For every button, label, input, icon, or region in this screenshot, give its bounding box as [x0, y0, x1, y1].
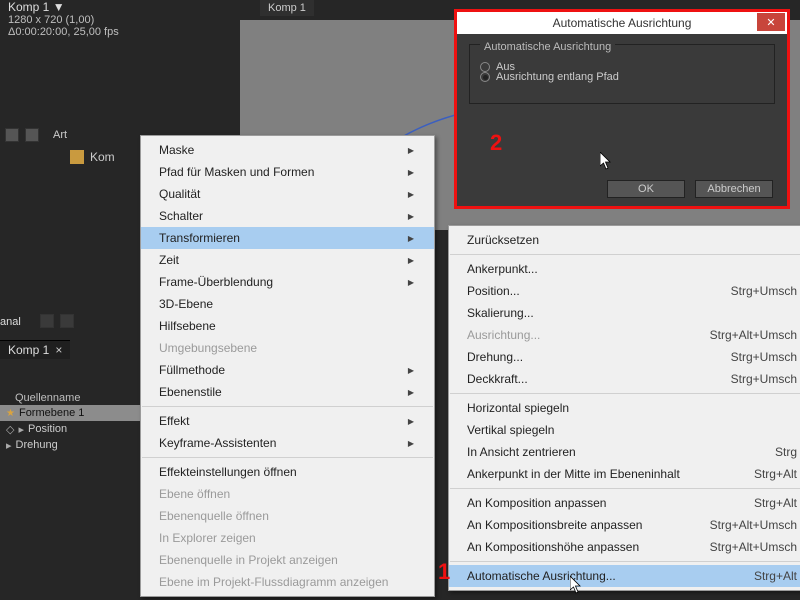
radio-label: Ausrichtung entlang Pfad: [496, 71, 619, 83]
fieldset-legend: Automatische Ausrichtung: [480, 41, 615, 53]
menu-pfad-masken[interactable]: Pfad für Masken und Formen: [141, 161, 434, 183]
submenu-skalierung[interactable]: Skalierung...: [449, 302, 800, 324]
star-icon: ★: [6, 408, 15, 419]
dialog-title: Automatische Ausrichtung: [553, 16, 692, 30]
menu-transformieren[interactable]: Transformieren: [141, 227, 434, 249]
keyframe-icon[interactable]: ◇: [6, 423, 14, 436]
annotation-marker-2: 2: [490, 130, 502, 156]
menu-schalter[interactable]: Schalter: [141, 205, 434, 227]
column-art: Art: [53, 129, 67, 141]
property-name: Drehung: [16, 439, 58, 451]
ok-button[interactable]: OK: [607, 180, 685, 198]
property-name: Position: [28, 423, 67, 435]
submenu-vertikal-spiegeln[interactable]: Vertikal spiegeln: [449, 419, 800, 441]
menu-3d-ebene[interactable]: 3D-Ebene: [141, 293, 434, 315]
timeline-property-row[interactable]: ◇ ▸ Position: [0, 421, 140, 437]
menu-separator: [450, 561, 800, 562]
submenu-kompbreite[interactable]: An Kompositionsbreite anpassenStrg+Alt+U…: [449, 514, 800, 536]
menu-flussdiagramm: Ebene im Projekt-Flussdiagramm anzeigen: [141, 571, 434, 593]
menu-qualitaet[interactable]: Qualität: [141, 183, 434, 205]
menu-ebene-oeffnen: Ebene öffnen: [141, 483, 434, 505]
submenu-komp-anpassen[interactable]: An Komposition anpassenStrg+Alt: [449, 492, 800, 514]
menu-separator: [450, 393, 800, 394]
twirl-icon[interactable]: ▸: [6, 439, 12, 452]
menu-zeit[interactable]: Zeit: [141, 249, 434, 271]
timeline-tab-label: Komp 1: [8, 343, 49, 357]
timeline-column-header: Quellenname: [15, 392, 80, 404]
dialog-titlebar[interactable]: Automatische Ausrichtung ✕: [457, 12, 787, 34]
dialog-body: Automatische Ausrichtung Aus Ausrichtung…: [457, 34, 787, 206]
twirl-icon[interactable]: ▸: [18, 423, 24, 436]
visibility-icon[interactable]: [5, 128, 19, 142]
menu-projekt-anzeigen: Ebenenquelle in Projekt anzeigen: [141, 549, 434, 571]
composition-info: Komp 1 ▼ 1280 x 720 (1,00) Δ0:00:20:00, …: [8, 0, 119, 38]
timeline-rows: ★ Formebene 1 ◇ ▸ Position ▸ Drehung: [0, 405, 140, 453]
menu-umgebung: Umgebungsebene: [141, 337, 434, 359]
submenu-auto-ausrichtung[interactable]: Automatische Ausrichtung...Strg+Alt: [449, 565, 800, 587]
menu-ebenenstile[interactable]: Ebenenstile: [141, 381, 434, 403]
menu-explorer: In Explorer zeigen: [141, 527, 434, 549]
menu-separator: [450, 254, 800, 255]
viewer-tab[interactable]: Komp 1: [260, 0, 314, 16]
dialog-fieldset: Automatische Ausrichtung Aus Ausrichtung…: [469, 44, 775, 104]
submenu-anker-mitte[interactable]: Ankerpunkt in der Mitte im EbeneninhaltS…: [449, 463, 800, 485]
submenu-position[interactable]: Position...Strg+Umsch: [449, 280, 800, 302]
comp-dimensions: 1280 x 720 (1,00): [8, 14, 119, 26]
submenu-zuruecksetzen[interactable]: Zurücksetzen: [449, 229, 800, 251]
submenu-ankerpunkt[interactable]: Ankerpunkt...: [449, 258, 800, 280]
radio-pfad[interactable]: Ausrichtung entlang Pfad: [480, 71, 764, 83]
submenu-horizontal-spiegeln[interactable]: Horizontal spiegeln: [449, 397, 800, 419]
transform-submenu[interactable]: Zurücksetzen Ankerpunkt... Position...St…: [448, 225, 800, 591]
submenu-komphoehe[interactable]: An Kompositionshöhe anpassenStrg+Alt+Ums…: [449, 536, 800, 558]
timeline-layer-row[interactable]: ★ Formebene 1: [0, 405, 140, 421]
menu-hilfsebene[interactable]: Hilfsebene: [141, 315, 434, 337]
panel-label-trunc: anal: [0, 316, 21, 328]
radio-icon[interactable]: [480, 62, 490, 72]
layer-name: Formebene 1: [19, 407, 84, 419]
tool-icon[interactable]: [60, 314, 74, 328]
timeline-property-row[interactable]: ▸ Drehung: [0, 437, 140, 453]
comp-duration: Δ0:00:20:00, 25,00 fps: [8, 26, 119, 38]
menu-maske[interactable]: Maske: [141, 139, 434, 161]
cancel-button[interactable]: Abbrechen: [695, 180, 773, 198]
submenu-ansicht-zentrieren[interactable]: In Ansicht zentrierenStrg: [449, 441, 800, 463]
annotation-marker-1: 1: [438, 559, 450, 585]
close-icon[interactable]: ×: [55, 343, 62, 357]
menu-separator: [142, 406, 433, 407]
auto-orient-dialog: Automatische Ausrichtung ✕ Automatische …: [454, 9, 790, 209]
radio-icon[interactable]: [480, 72, 490, 82]
lock-icon[interactable]: [25, 128, 39, 142]
submenu-ausrichtung: Ausrichtung...Strg+Alt+Umsch: [449, 324, 800, 346]
dropdown-triangle-icon[interactable]: ▼: [53, 0, 65, 14]
layer-name-trunc: Kom: [90, 150, 115, 164]
close-button[interactable]: ✕: [757, 13, 785, 31]
submenu-deckkraft[interactable]: Deckkraft...Strg+Umsch: [449, 368, 800, 390]
menu-separator: [450, 488, 800, 489]
timeline-tab[interactable]: Komp 1 ×: [0, 340, 70, 359]
menu-keyframe-assist[interactable]: Keyframe-Assistenten: [141, 432, 434, 454]
submenu-drehung[interactable]: Drehung...Strg+Umsch: [449, 346, 800, 368]
menu-fuellmethode[interactable]: Füllmethode: [141, 359, 434, 381]
layer-context-menu[interactable]: Maske Pfad für Masken und Formen Qualitä…: [140, 135, 435, 597]
menu-effekt[interactable]: Effekt: [141, 410, 434, 432]
menu-effekteinst[interactable]: Effekteinstellungen öffnen: [141, 461, 434, 483]
menu-frame[interactable]: Frame-Überblendung: [141, 271, 434, 293]
menu-separator: [142, 457, 433, 458]
tool-icon[interactable]: [40, 314, 54, 328]
comp-title: Komp 1: [8, 0, 49, 14]
layer-color-swatch[interactable]: [70, 150, 84, 164]
menu-ebenenquelle: Ebenenquelle öffnen: [141, 505, 434, 527]
